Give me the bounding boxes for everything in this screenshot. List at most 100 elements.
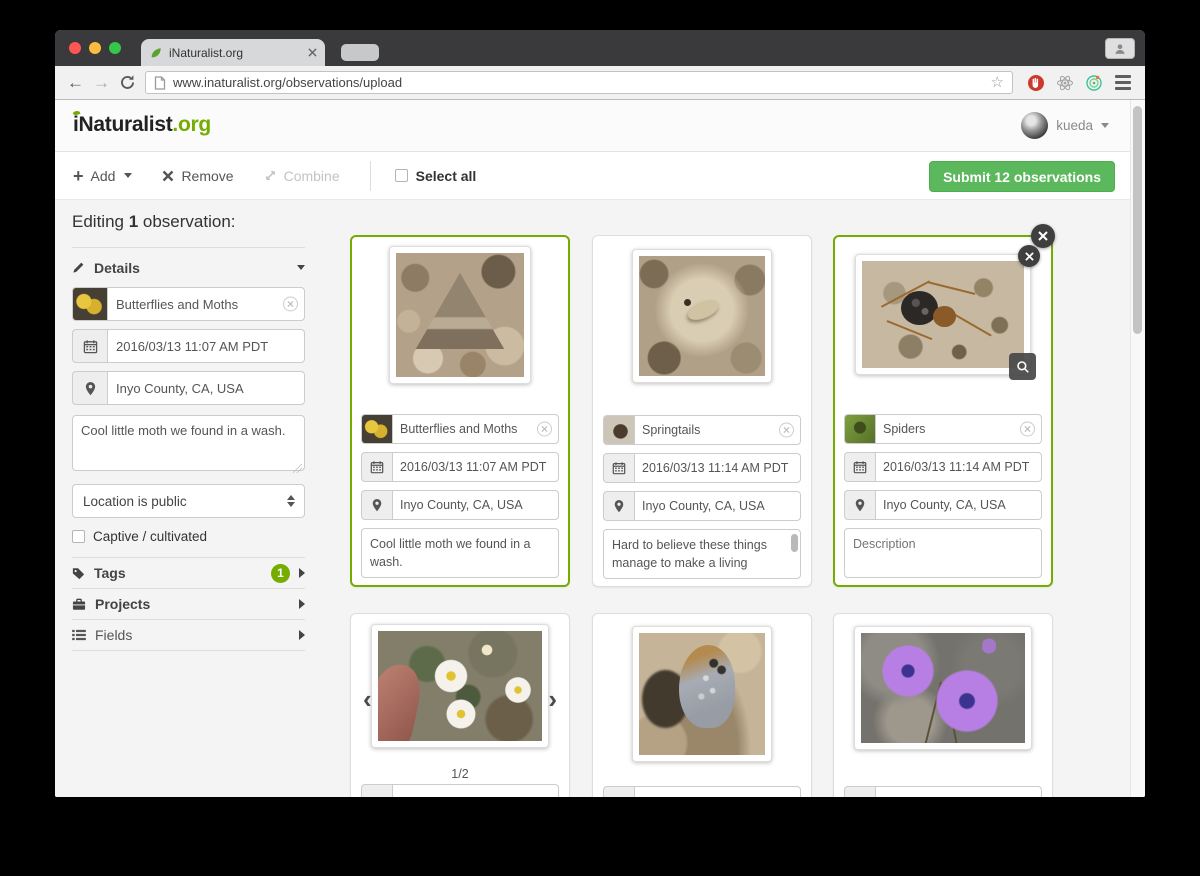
chrome-menu-icon[interactable] — [1113, 73, 1133, 92]
bookmark-star-icon[interactable]: ☆ — [991, 75, 1004, 90]
taxon-input[interactable] — [392, 784, 559, 797]
inaturalist-logo[interactable]: iNaturalist.org — [73, 113, 211, 137]
location-input-group — [361, 490, 559, 520]
tag-icon — [72, 567, 85, 580]
fullscreen-window-button[interactable] — [109, 42, 121, 54]
taxon-thumbnail — [603, 415, 634, 445]
x-icon — [162, 170, 174, 182]
user-menu[interactable]: kueda — [1021, 112, 1109, 139]
refresh-button[interactable] — [119, 74, 136, 91]
address-bar[interactable]: www.inaturalist.org/observations/upload … — [145, 71, 1013, 94]
photo-page-counter: 1/2 — [361, 764, 559, 784]
clear-taxon-icon[interactable] — [1020, 422, 1035, 437]
observation-photo-spider[interactable] — [855, 254, 1031, 375]
submit-observations-button[interactable]: Submit 12 observations — [929, 161, 1115, 192]
caret-right-icon — [299, 568, 305, 578]
taxon-input[interactable] — [634, 786, 801, 797]
username: kueda — [1056, 118, 1093, 133]
remove-observation-button[interactable] — [1031, 224, 1055, 248]
carousel-prev-icon[interactable]: ‹ — [363, 686, 372, 712]
logo-tld: .org — [172, 113, 210, 136]
observation-photo-springtail[interactable] — [632, 249, 772, 383]
date-input[interactable] — [875, 452, 1042, 482]
description-textarea[interactable]: Hard to believe these things manage to m… — [603, 529, 801, 579]
select-all-checkbox[interactable] — [395, 169, 408, 182]
add-button[interactable]: + Add — [73, 167, 132, 185]
location-input-group — [603, 491, 801, 521]
details-section-header[interactable]: Details — [72, 247, 305, 287]
observation-card-butterfly[interactable] — [592, 613, 812, 797]
url-text: www.inaturalist.org/observations/upload — [173, 75, 984, 90]
observation-card-spider[interactable] — [833, 235, 1053, 587]
observation-photo-daisies[interactable] — [371, 624, 549, 748]
close-tab-icon[interactable] — [308, 48, 317, 57]
geoprivacy-select[interactable]: Location is public — [72, 484, 305, 518]
taxon-input[interactable] — [875, 414, 1042, 444]
observation-photo-butterfly[interactable] — [632, 626, 772, 762]
clear-taxon-icon[interactable] — [779, 423, 794, 438]
forward-button[interactable]: → — [93, 74, 110, 91]
date-input[interactable] — [392, 452, 559, 482]
window-controls — [69, 42, 121, 54]
observation-card-springtail[interactable]: Hard to believe these things manage to m… — [592, 235, 812, 587]
react-devtools-extension-icon[interactable] — [1055, 73, 1075, 93]
taxon-addon — [603, 786, 634, 797]
map-pin-icon — [72, 371, 107, 405]
combine-button[interactable]: Combine — [264, 168, 340, 184]
close-window-button[interactable] — [69, 42, 81, 54]
editing-heading: Editing 1 observation: — [72, 212, 305, 232]
observation-card-purple-flowers[interactable] — [833, 613, 1053, 797]
browser-profile-button[interactable] — [1105, 38, 1135, 59]
clear-taxon-icon[interactable] — [537, 422, 552, 437]
magnifier-icon[interactable] — [1009, 353, 1036, 380]
captive-control[interactable]: Captive / cultivated — [72, 529, 305, 544]
back-button[interactable]: ← — [67, 74, 84, 91]
diagonal-arrows-icon — [264, 169, 277, 182]
browser-tab-inaturalist[interactable]: iNaturalist.org — [141, 39, 325, 66]
observation-photo-moth[interactable] — [389, 246, 531, 384]
observation-card-moth[interactable]: Cool little moth we found in a wash. — [350, 235, 570, 587]
date-input[interactable] — [107, 329, 305, 363]
taxon-input[interactable] — [392, 414, 559, 444]
date-input[interactable] — [634, 453, 801, 483]
background-tab[interactable] — [341, 44, 379, 61]
page-scrollbar[interactable] — [1130, 100, 1145, 797]
clear-taxon-icon[interactable] — [283, 297, 298, 312]
location-input[interactable] — [634, 491, 801, 521]
location-input[interactable] — [875, 490, 1042, 520]
upload-action-bar: + Add Remove Combine Select all Submit 1… — [55, 152, 1145, 200]
projects-label: Projects — [95, 596, 150, 612]
date-input-group — [361, 452, 559, 482]
taxon-input[interactable] — [875, 786, 1042, 797]
description-field: Cool little moth we found in a wash. — [72, 415, 305, 484]
tags-section-header[interactable]: Tags 1 — [72, 557, 305, 588]
location-input-group — [844, 490, 1042, 520]
map-pin-icon — [844, 490, 875, 520]
scrollbar-thumb[interactable] — [1133, 106, 1142, 334]
carousel-next-icon[interactable]: › — [548, 686, 557, 712]
observation-card-daisies[interactable]: ‹ › 1/2 — [350, 613, 570, 797]
location-input[interactable] — [392, 490, 559, 520]
remove-photo-button[interactable] — [1018, 245, 1040, 267]
briefcase-icon — [72, 598, 86, 611]
select-all-control[interactable]: Select all — [395, 168, 477, 184]
description-textarea[interactable]: Cool little moth we found in a wash. — [361, 528, 559, 578]
site-header: iNaturalist.org kueda — [55, 100, 1145, 152]
adblock-extension-icon[interactable] — [1026, 73, 1046, 93]
fields-section-header[interactable]: Fields — [72, 619, 305, 650]
captive-checkbox[interactable] — [72, 530, 85, 543]
leaf-favicon-icon — [149, 46, 163, 60]
minimize-window-button[interactable] — [89, 42, 101, 54]
description-textarea[interactable]: Cool little moth we found in a wash. — [72, 415, 305, 471]
observation-photo-purple-flowers[interactable] — [854, 626, 1032, 750]
taxon-input-group — [361, 414, 559, 444]
description-textarea[interactable] — [844, 528, 1042, 578]
circle-extension-icon[interactable] — [1084, 73, 1104, 93]
taxon-input[interactable] — [634, 415, 801, 445]
projects-section-header[interactable]: Projects — [72, 588, 305, 619]
pencil-icon — [72, 261, 85, 274]
textarea-scrollbar[interactable] — [791, 534, 798, 552]
remove-button[interactable]: Remove — [162, 168, 233, 184]
location-input[interactable] — [107, 371, 305, 405]
taxon-input[interactable] — [107, 287, 305, 321]
